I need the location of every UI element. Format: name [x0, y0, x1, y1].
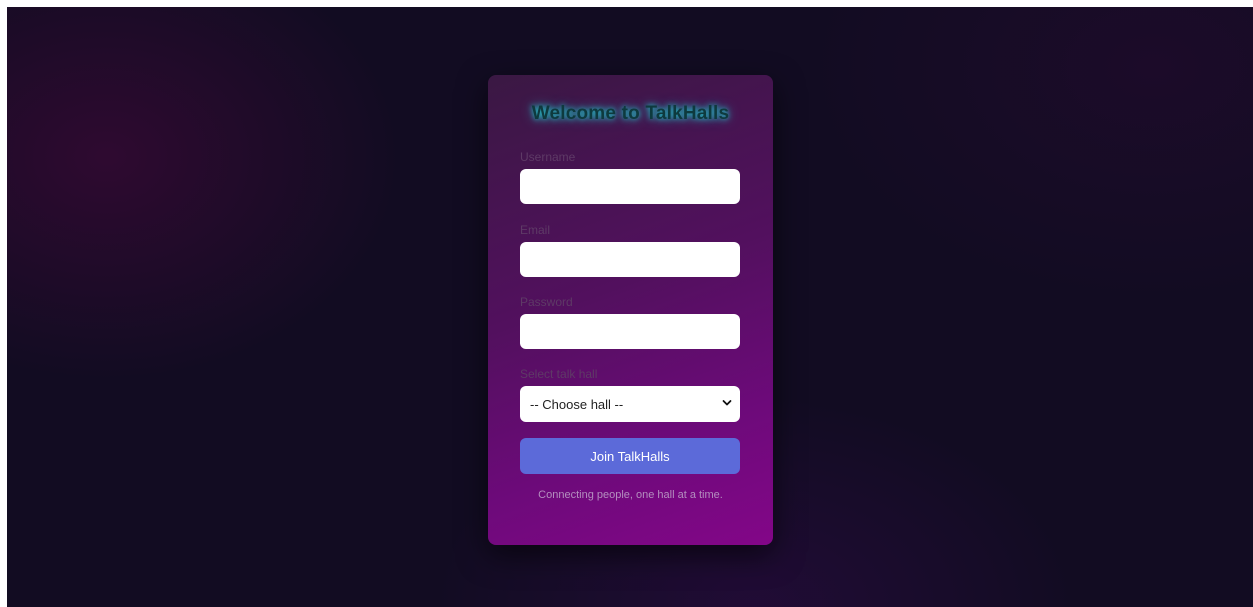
hall-select[interactable]: -- Choose hall -- [520, 386, 740, 422]
tagline: Connecting people, one hall at a time. [538, 489, 723, 501]
page-title: Welcome to TalkHalls [531, 103, 730, 124]
page-background: Welcome to TalkHalls Username Email Pass… [7, 7, 1253, 607]
email-label: Email [520, 223, 551, 237]
login-card: Welcome to TalkHalls Username Email Pass… [488, 75, 773, 545]
password-input[interactable] [520, 314, 740, 349]
join-button[interactable]: Join TalkHalls [520, 438, 740, 474]
username-input[interactable] [520, 169, 740, 204]
email-input[interactable] [520, 242, 740, 277]
hall-select-label: Select talk hall [520, 367, 598, 381]
chevron-down-icon [722, 400, 732, 406]
username-label: Username [520, 150, 576, 164]
password-label: Password [520, 295, 573, 309]
hall-select-value: -- Choose hall -- [530, 396, 624, 412]
